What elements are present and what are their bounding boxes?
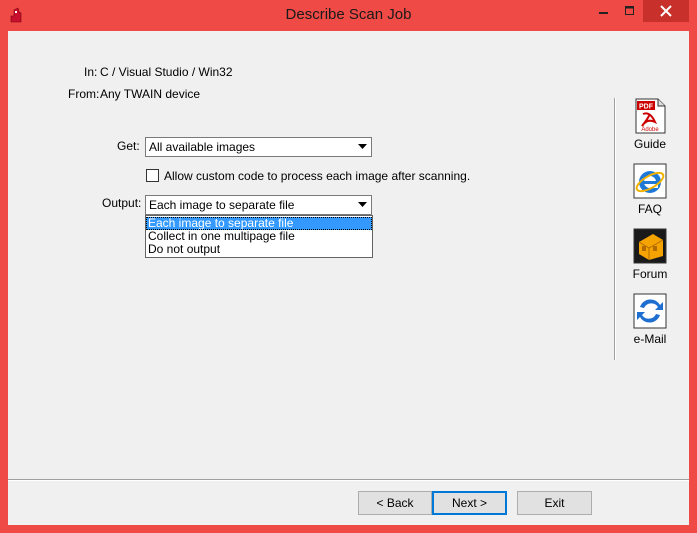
get-select[interactable]: All available images xyxy=(145,137,372,157)
in-label: In: xyxy=(84,65,98,79)
pdf-text: PDF xyxy=(639,104,654,111)
custom-code-label[interactable]: Allow custom code to process each image … xyxy=(164,169,470,183)
dialog-client xyxy=(8,31,689,525)
minimize-button[interactable] xyxy=(591,0,617,22)
maximize-icon xyxy=(625,6,634,15)
custom-code-checkbox[interactable] xyxy=(146,169,159,182)
forum-icon[interactable] xyxy=(633,228,667,264)
output-select[interactable]: Each image to separate file xyxy=(145,195,372,215)
adobe-text: Adobe xyxy=(641,127,659,133)
get-label: Get: xyxy=(117,139,140,153)
sidebar-item-forum[interactable]: Forum xyxy=(622,228,678,281)
output-select-value: Each image to separate file xyxy=(149,198,295,212)
maximize-button[interactable] xyxy=(617,0,643,22)
sidebar-item-label[interactable]: e-Mail xyxy=(622,332,678,346)
exit-button[interactable]: Exit xyxy=(517,491,592,515)
from-value: Any TWAIN device xyxy=(100,87,201,101)
sidebar-item-email[interactable]: e-Mail xyxy=(622,293,678,346)
next-button[interactable]: Next > xyxy=(432,491,507,515)
in-value: C / Visual Studio / Win32 xyxy=(100,65,233,79)
sidebar-item-label[interactable]: FAQ xyxy=(622,202,678,216)
ie-icon[interactable] xyxy=(633,163,667,199)
dialog-window: Describe Scan Job In: C / Visual Studio … xyxy=(0,0,697,533)
back-button[interactable]: < Back xyxy=(358,491,432,515)
chevron-down-icon[interactable] xyxy=(354,197,370,213)
title-bar[interactable]: Describe Scan Job xyxy=(0,0,697,31)
output-option-none[interactable]: Do not output xyxy=(146,243,372,256)
pdf-icon[interactable]: PDF Adobe xyxy=(633,98,667,134)
sidebar-item-label[interactable]: Guide xyxy=(622,137,678,151)
horizontal-divider xyxy=(8,479,689,481)
email-icon[interactable] xyxy=(633,293,667,329)
get-select-value: All available images xyxy=(149,140,256,154)
output-label: Output: xyxy=(102,196,142,210)
from-label: From: xyxy=(68,87,100,101)
vertical-divider xyxy=(614,98,616,360)
sidebar-item-faq[interactable]: FAQ xyxy=(622,163,678,216)
sidebar-item-label[interactable]: Forum xyxy=(622,267,678,281)
sidebar-item-guide[interactable]: PDF Adobe Guide xyxy=(622,98,678,151)
chevron-down-icon[interactable] xyxy=(354,139,370,155)
minimize-icon xyxy=(599,12,608,14)
close-icon xyxy=(660,5,672,17)
close-button[interactable] xyxy=(643,0,689,22)
output-dropdown-list: Each image to separate file Collect in o… xyxy=(145,215,373,258)
